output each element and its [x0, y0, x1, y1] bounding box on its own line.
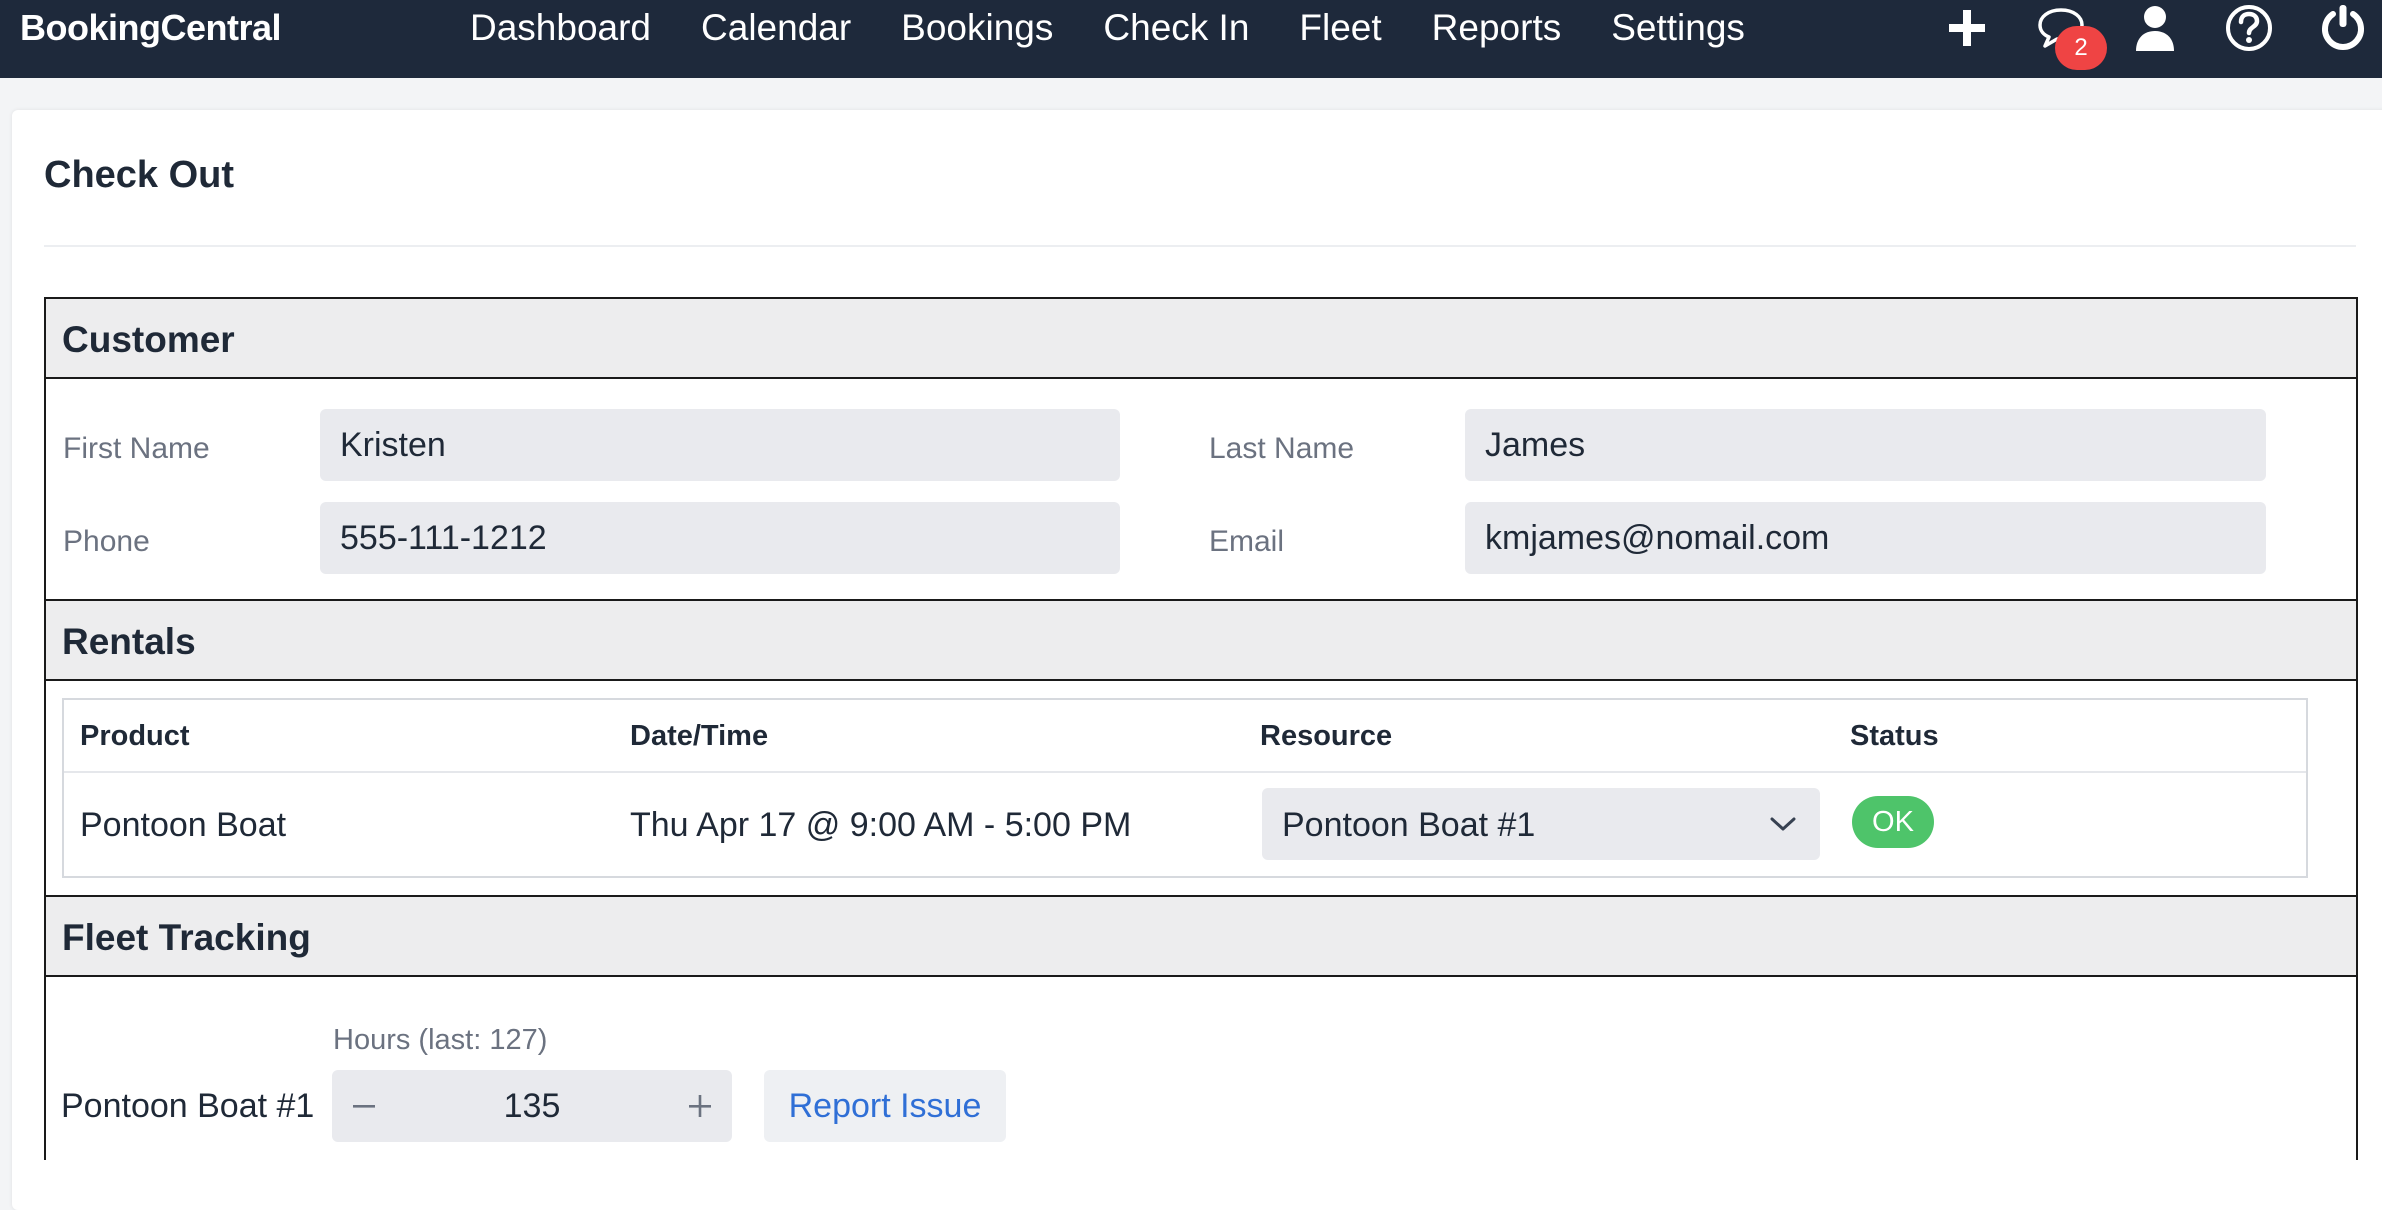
report-issue-button[interactable]: Report Issue: [764, 1070, 1006, 1142]
power-icon[interactable]: [2316, 2, 2370, 54]
rental-product: Pontoon Boat: [80, 806, 287, 844]
hours-input[interactable]: 135: [396, 1070, 668, 1142]
last-name-field[interactable]: James: [1465, 409, 2266, 481]
nav-reports[interactable]: Reports: [1432, 6, 1562, 50]
status-badge: OK: [1852, 796, 1934, 848]
rentals-table: Product Date/Time Resource Status Pontoo…: [62, 698, 2308, 878]
nav-calendar[interactable]: Calendar: [701, 6, 851, 50]
nav-settings[interactable]: Settings: [1611, 6, 1745, 50]
title-divider: [44, 245, 2356, 247]
first-name-label: First Name: [63, 432, 210, 465]
nav-dashboard[interactable]: Dashboard: [470, 6, 651, 50]
hours-stepper: 135: [332, 1070, 732, 1142]
help-icon[interactable]: [2222, 2, 2276, 54]
table-header-divider: [64, 771, 2306, 773]
column-header-datetime: Date/Time: [630, 720, 769, 752]
column-header-resource: Resource: [1260, 720, 1393, 752]
nav-bookings[interactable]: Bookings: [901, 6, 1053, 50]
phone-label: Phone: [63, 525, 150, 558]
phone-field[interactable]: 555-111-1212: [320, 502, 1120, 574]
email-field[interactable]: kmjames@nomail.com: [1465, 502, 2266, 574]
plus-icon[interactable]: [668, 1070, 732, 1142]
first-name-field[interactable]: Kristen: [320, 409, 1120, 481]
nav-check-in[interactable]: Check In: [1103, 6, 1249, 50]
plus-icon[interactable]: [1940, 2, 1994, 54]
rentals-section-header: Rentals: [44, 599, 2358, 681]
messages-badge: 2: [2055, 26, 2107, 70]
resource-select-value: Pontoon Boat #1: [1282, 806, 1536, 844]
last-name-label: Last Name: [1209, 432, 1355, 465]
top-navbar: BookingCentral Dashboard Calendar Bookin…: [0, 0, 2382, 78]
chevron-down-icon: [1770, 812, 1796, 841]
fleet-heading: Fleet Tracking: [62, 917, 311, 958]
customer-section-header: Customer: [44, 297, 2358, 379]
rentals-heading: Rentals: [62, 621, 196, 662]
rental-datetime: Thu Apr 17 @ 9:00 AM - 5:00 PM: [630, 806, 1132, 844]
fleet-section-header: Fleet Tracking: [44, 895, 2358, 977]
resource-select[interactable]: Pontoon Boat #1: [1262, 788, 1820, 860]
email-label: Email: [1209, 525, 1285, 558]
column-header-product: Product: [80, 720, 190, 752]
column-header-status: Status: [1850, 720, 1939, 752]
user-icon[interactable]: [2128, 2, 2182, 54]
brand-logo[interactable]: BookingCentral: [20, 6, 282, 50]
minus-icon[interactable]: [332, 1070, 396, 1142]
page-title: Check Out: [44, 154, 235, 196]
nav-links: Dashboard Calendar Bookings Check In Fle…: [470, 6, 1795, 50]
customer-heading: Customer: [62, 319, 235, 360]
nav-fleet[interactable]: Fleet: [1299, 6, 1381, 50]
fleet-item-name: Pontoon Boat #1: [61, 1087, 315, 1125]
hours-label: Hours (last: 127): [333, 1024, 548, 1056]
